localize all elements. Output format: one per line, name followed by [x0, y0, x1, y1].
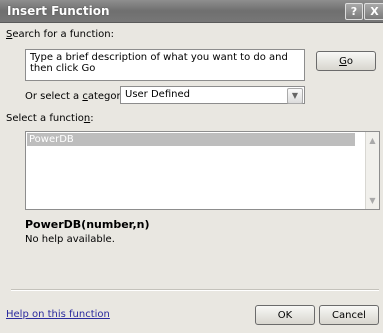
list-scrollbar[interactable]: ▲ ▼	[365, 132, 379, 209]
dialog-title: Insert Function	[7, 4, 110, 18]
function-description: No help available.	[25, 234, 115, 245]
function-list[interactable]: PowerDB ▲ ▼	[25, 131, 380, 210]
list-item-label: PowerDB	[29, 134, 74, 145]
function-signature: PowerDB(number,n)	[25, 218, 150, 231]
search-input[interactable]: Type a brief description of what you wan…	[25, 49, 305, 81]
search-label: Search for a function:	[6, 29, 114, 40]
ok-button[interactable]: OK	[255, 305, 315, 325]
category-label: Or select a category:	[25, 91, 130, 102]
scroll-up-icon[interactable]: ▲	[366, 134, 379, 147]
chevron-down-icon[interactable]: ▼	[287, 88, 303, 104]
title-bar: Insert Function ? X	[0, 0, 383, 23]
category-selected-value: User Defined	[125, 89, 190, 100]
search-input-text: Type a brief description of what you wan…	[30, 52, 288, 74]
help-button[interactable]: ?	[345, 3, 363, 20]
scroll-down-icon[interactable]: ▼	[366, 194, 379, 207]
category-select[interactable]: User Defined ▼	[120, 86, 305, 104]
go-button[interactable]: Go	[316, 51, 376, 71]
close-button[interactable]: X	[364, 3, 383, 20]
divider	[11, 289, 379, 291]
cancel-button[interactable]: Cancel	[319, 305, 379, 325]
function-list-label: Select a function:	[6, 113, 94, 124]
list-item-selected[interactable]: PowerDB	[27, 133, 355, 146]
help-on-function-link[interactable]: Help on this function	[6, 309, 110, 320]
